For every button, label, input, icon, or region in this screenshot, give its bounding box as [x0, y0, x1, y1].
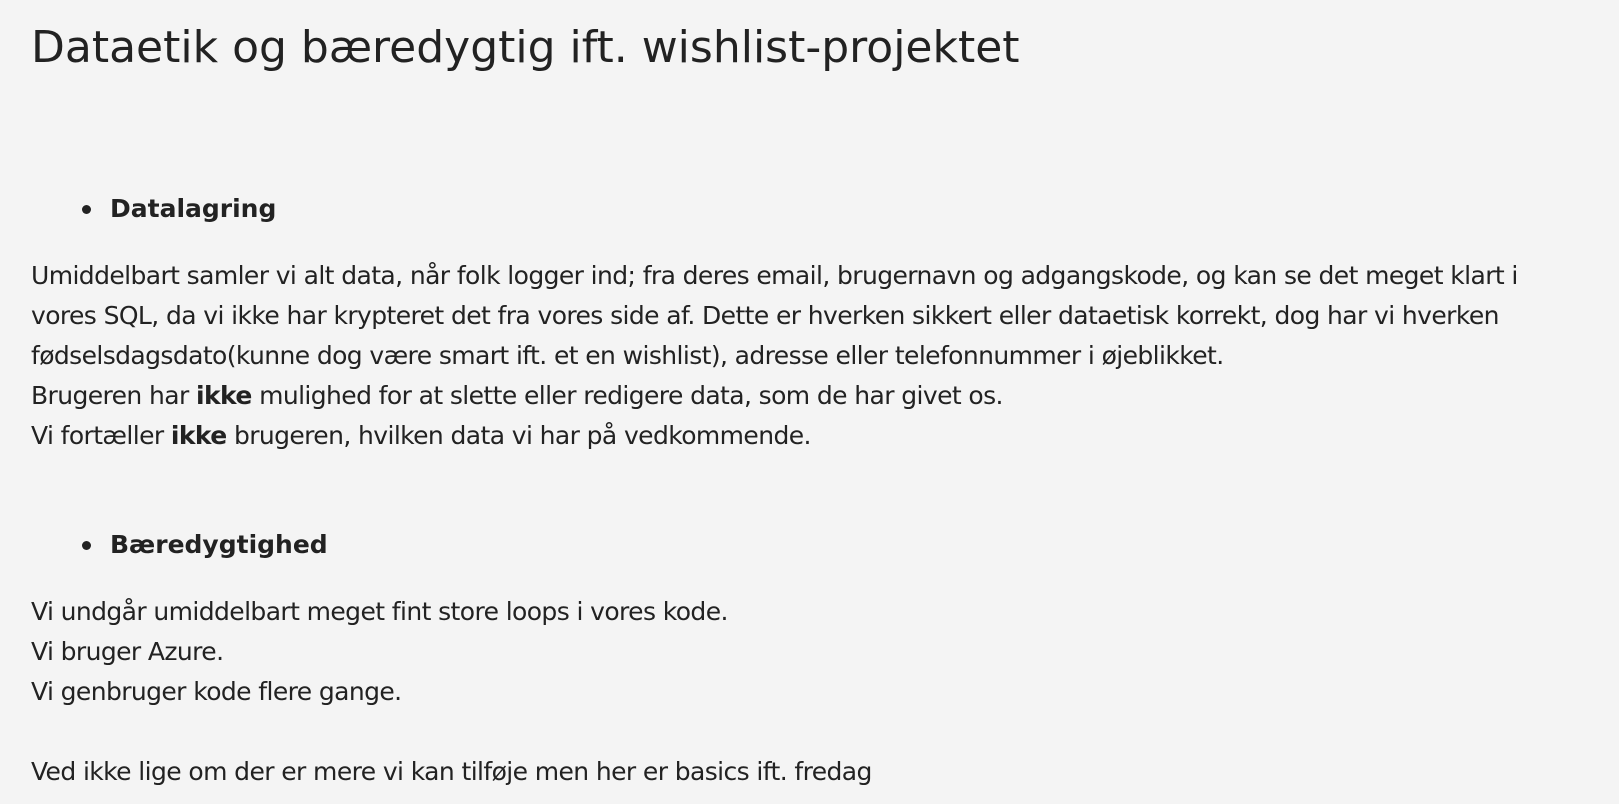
paragraph-line-inform-user: Vi fortæller ikke brugeren, hvilken data… [31, 416, 1601, 456]
paragraph-line: Vi genbruger kode flere gange. [31, 677, 402, 706]
document-page: Dataetik og bæredygtig ift. wishlist-pro… [0, 0, 1619, 804]
paragraph-line: Vi bruger Azure. [31, 637, 224, 666]
emphasis-text: ikke [170, 421, 227, 450]
footer-note: Ved ikke lige om der er mere vi kan tilf… [31, 752, 1601, 792]
emphasis-text: ikke [196, 381, 252, 410]
bullet-heading-baeredygtighed: Bæredygtighed [82, 528, 328, 562]
bullet-dot-icon [82, 204, 91, 214]
text-fragment: Brugeren har [31, 381, 197, 410]
text-fragment: mulighed for at slette eller redigere da… [251, 381, 1003, 410]
datalagring-paragraph: Umiddelbart samler vi alt data, når folk… [31, 256, 1601, 456]
text-fragment: Vi fortæller [31, 421, 171, 450]
paragraph-line: fødselsdagsdato(kunne dog være smart ift… [31, 341, 1224, 370]
paragraph-line: Vi undgår umiddelbart meget fint store l… [31, 597, 728, 626]
footer-note-text: Ved ikke lige om der er mere vi kan tilf… [31, 757, 872, 786]
bullet-heading-datalagring: Datalagring [82, 192, 276, 226]
bullet-dot-icon [82, 540, 91, 550]
paragraph-line: Umiddelbart samler vi alt data, når folk… [31, 261, 1518, 290]
paragraph-line-delete-edit: Brugeren har ikke mulighed for at slette… [31, 376, 1601, 416]
text-fragment: brugeren, hvilken data vi har på vedkomm… [226, 421, 812, 450]
baeredygtighed-paragraph: Vi undgår umiddelbart meget fint store l… [31, 592, 1601, 712]
paragraph-line: vores SQL, da vi ikke har krypteret det … [31, 301, 1499, 330]
section-heading: Bæredygtighed [110, 530, 328, 559]
page-title: Dataetik og bæredygtig ift. wishlist-pro… [31, 22, 1020, 73]
section-heading: Datalagring [110, 194, 277, 223]
